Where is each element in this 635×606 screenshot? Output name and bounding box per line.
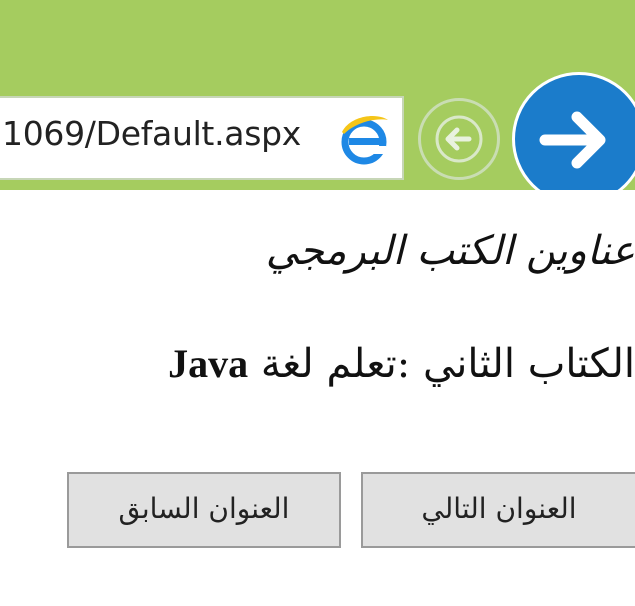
book-line-language: Java	[168, 341, 249, 386]
previous-title-button[interactable]: العنوان السابق	[67, 472, 341, 548]
page-content: عناوين الكتب البرمجي الكتاب الثاني :تعلم…	[0, 190, 635, 606]
ie-icon	[336, 112, 392, 168]
next-title-button[interactable]: العنوان التالي	[361, 472, 635, 548]
book-line-prefix: الكتاب الثاني :تعلم لغة	[260, 341, 635, 387]
book-line: الكتاب الثاني :تعلم لغة Java	[35, 340, 635, 387]
address-text[interactable]: 1069/Default.aspx	[2, 114, 301, 153]
page-title: عناوين الكتب البرمجي	[265, 228, 635, 274]
forward-arrow-icon	[539, 111, 606, 169]
address-bar[interactable]: 1069/Default.aspx	[0, 96, 404, 180]
forward-button[interactable]	[512, 72, 635, 206]
browser-window: 1069/Default.aspx عناوين الكتب البرمجي ا…	[0, 0, 635, 606]
back-arrow-icon	[435, 115, 483, 163]
browser-toolbar: 1069/Default.aspx	[0, 0, 635, 206]
back-button[interactable]	[418, 98, 500, 180]
